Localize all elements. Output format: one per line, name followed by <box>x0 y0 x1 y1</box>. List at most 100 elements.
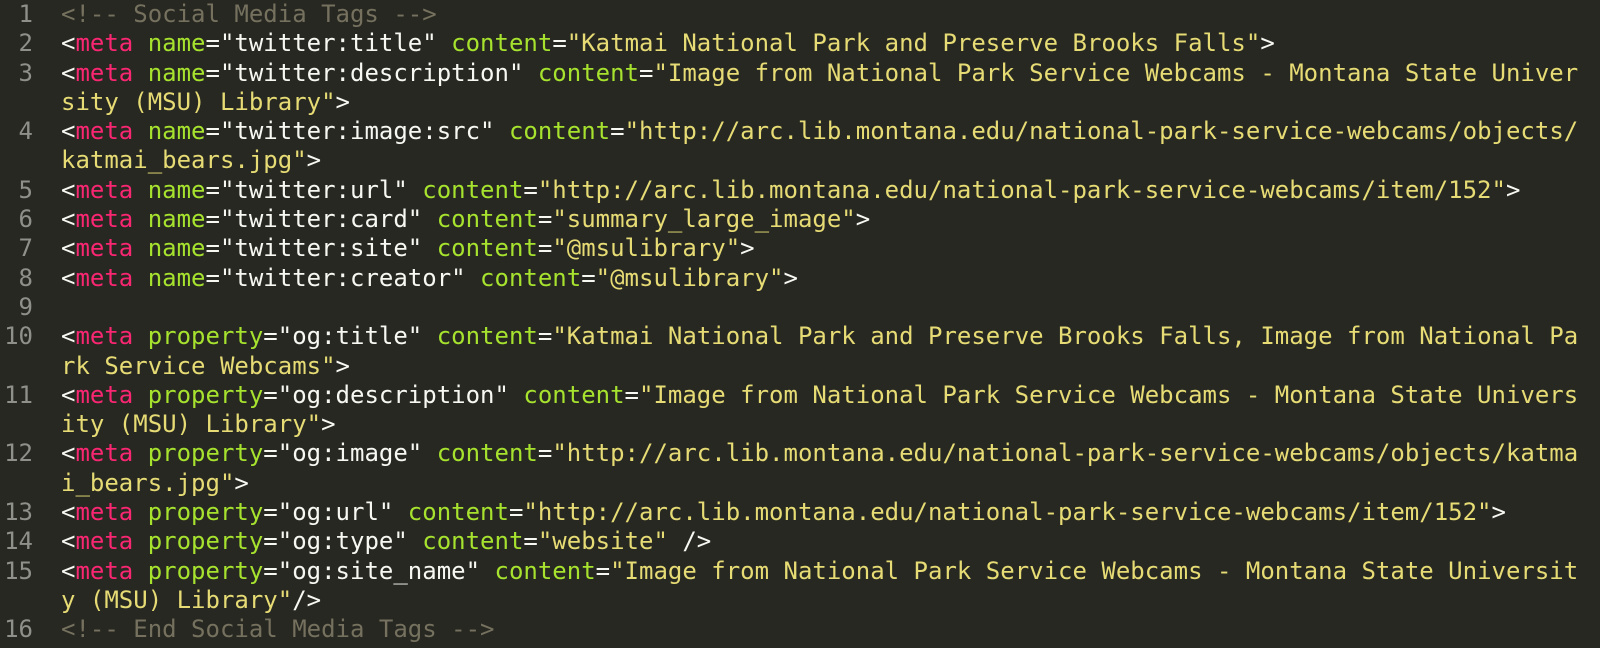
code-line[interactable]: 15 <meta property="og:site_name" content=… <box>0 557 1600 616</box>
punctuation <box>133 117 147 145</box>
line-number: 16 <box>4 615 33 644</box>
punctuation: = <box>263 527 278 556</box>
punctuation: < <box>61 263 76 292</box>
punctuation: = <box>624 380 639 409</box>
punctuation: = <box>205 175 220 204</box>
punctuation: = <box>537 234 553 263</box>
punctuation: > <box>740 234 755 263</box>
punctuation: "og:image" <box>277 439 423 468</box>
tag-name: meta <box>75 527 134 556</box>
punctuation: > <box>855 205 871 234</box>
line-content: <meta property="og:title" content="Katma… <box>61 322 1591 381</box>
attribute-name: property <box>147 380 264 409</box>
code-line[interactable]: 12 <meta property="og:image" content="htt… <box>0 439 1600 498</box>
punctuation: < <box>61 527 76 556</box>
line-number: 2 <box>18 29 33 58</box>
punctuation <box>133 322 147 350</box>
code-line[interactable]: 7 <meta name="twitter:site" content="@msu… <box>0 234 1600 263</box>
tag-name: meta <box>75 556 134 585</box>
string-value: "website" <box>537 527 668 556</box>
attribute-name: property <box>147 498 264 527</box>
string-value: "http://arc.lib.montana.edu/national-par… <box>523 498 1492 527</box>
punctuation <box>495 117 509 145</box>
punctuation <box>133 527 147 555</box>
code-line[interactable]: 8 <meta name="twitter:creator" content="@… <box>0 264 1600 293</box>
code-line[interactable]: 3 <meta name="twitter:description" conten… <box>0 59 1600 118</box>
code-line[interactable]: 16 <!-- End Social Media Tags --> <box>0 615 1600 644</box>
line-number: 14 <box>4 527 33 556</box>
line-content: <!-- Social Media Tags --> <box>61 0 1591 29</box>
attribute-name: content <box>523 380 625 409</box>
line-content: <meta property="og:description" content=… <box>61 381 1591 440</box>
line-content: <meta property="og:type" content="websit… <box>61 527 1591 556</box>
code-line[interactable]: 4 <meta name="twitter:image:src" content=… <box>0 117 1600 176</box>
tag-name: meta <box>75 380 134 409</box>
punctuation: = <box>263 498 278 527</box>
punctuation: = <box>639 58 654 87</box>
attribute-name: content <box>537 58 639 87</box>
attribute-name: content <box>436 322 538 351</box>
code-line[interactable]: 2 <meta name="twitter:title" content="Kat… <box>0 29 1600 58</box>
punctuation <box>523 59 537 87</box>
punctuation <box>133 176 147 204</box>
punctuation: = <box>205 29 220 58</box>
line-content: <meta property="og:url" content="http://… <box>61 498 1591 527</box>
punctuation: = <box>205 58 220 87</box>
punctuation: < <box>61 205 76 234</box>
attribute-name: name <box>147 205 206 234</box>
punctuation: "og:description" <box>277 380 509 409</box>
line-content: <meta name="twitter:image:src" content="… <box>61 117 1591 176</box>
code-line[interactable]: 14 <meta property="og:type" content="webs… <box>0 527 1600 556</box>
punctuation: < <box>61 175 76 204</box>
punctuation: = <box>581 263 596 292</box>
code-line[interactable]: 11 <meta property="og:description" conten… <box>0 381 1600 440</box>
punctuation <box>466 264 480 292</box>
code-editor[interactable]: 1 <!-- Social Media Tags --> 2 <meta name="… <box>0 0 1600 648</box>
line-number: 13 <box>4 498 33 527</box>
punctuation: = <box>205 263 220 292</box>
tag-name: meta <box>75 439 134 468</box>
string-value: "@msulibrary" <box>552 234 741 263</box>
code-line[interactable]: 10 <meta property="og:title" content="Kat… <box>0 322 1600 381</box>
attribute-name: name <box>147 58 206 87</box>
attribute-name: name <box>147 29 206 58</box>
punctuation: < <box>61 117 76 146</box>
tag-name: meta <box>75 205 134 234</box>
punctuation <box>422 439 436 467</box>
string-value: "http://arc.lib.montana.edu/national-par… <box>537 175 1506 204</box>
punctuation: < <box>61 322 76 351</box>
attribute-name: content <box>422 527 524 556</box>
punctuation <box>133 59 147 87</box>
code-line[interactable]: 9 <box>0 293 1600 322</box>
code-line[interactable]: 5 <meta name="twitter:url" content="http:… <box>0 176 1600 205</box>
punctuation: "og:title" <box>277 322 423 351</box>
punctuation: = <box>523 175 538 204</box>
punctuation <box>133 264 147 292</box>
punctuation <box>133 234 147 262</box>
string-value: "@msulibrary" <box>595 263 784 292</box>
punctuation <box>422 234 436 262</box>
punctuation <box>133 557 147 585</box>
code-line[interactable]: 1 <!-- Social Media Tags --> <box>0 0 1600 29</box>
punctuation: = <box>610 117 625 146</box>
punctuation: = <box>537 322 553 351</box>
punctuation: > <box>1491 498 1506 527</box>
punctuation: < <box>61 234 76 263</box>
attribute-name: name <box>147 117 206 146</box>
attribute-name: name <box>147 263 206 292</box>
string-value: "summary_large_image" <box>552 205 856 234</box>
punctuation: "twitter:site" <box>219 234 423 263</box>
attribute-name: property <box>147 527 264 556</box>
punctuation: "twitter:description" <box>219 58 524 87</box>
line-number: 15 <box>4 556 33 585</box>
punctuation: "twitter:title" <box>219 29 437 58</box>
punctuation: /> <box>292 585 322 614</box>
attribute-name: property <box>147 322 264 351</box>
attribute-name: content <box>436 234 538 263</box>
code-line[interactable]: 6 <meta name="twitter:card" content="summ… <box>0 205 1600 234</box>
line-content: <!-- End Social Media Tags --> <box>61 615 1591 644</box>
line-number: 6 <box>18 205 33 234</box>
punctuation: < <box>61 439 76 468</box>
tag-name: meta <box>75 498 134 527</box>
code-line[interactable]: 13 <meta property="og:url" content="http:… <box>0 498 1600 527</box>
